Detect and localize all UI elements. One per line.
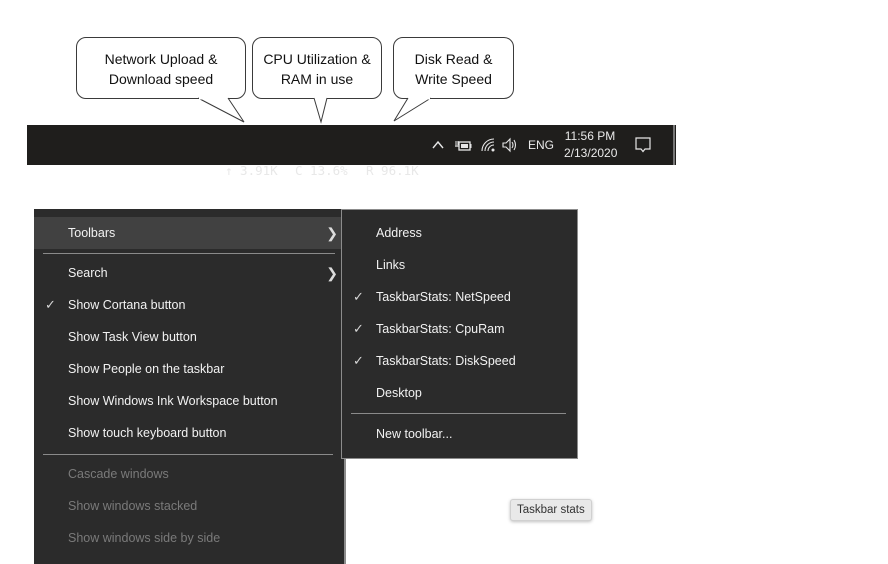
volume-speaker-icon[interactable] xyxy=(501,137,519,157)
menu-item-show-windows-side-by-side: Show windows side by side xyxy=(34,522,344,554)
menu-item-label: Show Cortana button xyxy=(68,298,186,312)
callout-cpu-line2: RAM in use xyxy=(280,71,354,87)
menu-item-label: Show touch keyboard button xyxy=(68,426,227,440)
callout-cpu-ram: CPU Utilization & RAM in use xyxy=(252,37,382,99)
taskbar: ↑ 3.91K ↓ 4.12K C 13.6% R 4.26G R 96.1K … xyxy=(27,125,676,229)
menu-item-label: New toolbar... xyxy=(376,427,453,441)
submenu-item-new-toolbar[interactable]: New toolbar... xyxy=(342,418,577,450)
callout-network-line1: Network Upload & xyxy=(104,51,218,67)
menu-item-toolbars[interactable]: Toolbars ❯ xyxy=(34,217,344,249)
checkmark-icon: ✓ xyxy=(45,297,56,312)
callout-cpu-tail xyxy=(313,97,328,124)
menu-item-search[interactable]: Search ❯ xyxy=(34,257,344,289)
menu-item-label: Show People on the taskbar xyxy=(68,362,225,376)
menu-item-show-windows-ink-workspace[interactable]: Show Windows Ink Workspace button xyxy=(34,385,344,417)
cpu-usage: C 13.6% xyxy=(295,163,348,178)
upload-speed: ↑ 3.91K xyxy=(225,163,278,178)
menu-item-show-task-view-button[interactable]: Show Task View button xyxy=(34,321,344,353)
menu-item-label: Address xyxy=(376,226,422,240)
callout-disk-line1: Disk Read & xyxy=(414,51,493,67)
battery-charging-icon[interactable] xyxy=(454,138,472,157)
taskbar-clock[interactable]: 11:56 PM 2/13/2020 xyxy=(564,128,618,162)
callout-network-line2: Download speed xyxy=(108,71,214,87)
menu-item-label: TaskbarStats: NetSpeed xyxy=(376,290,511,304)
toolbars-submenu: Address Links ✓ TaskbarStats: NetSpeed ✓… xyxy=(341,209,578,459)
menu-separator xyxy=(43,253,335,254)
menu-item-label: TaskbarStats: CpuRam xyxy=(376,322,505,336)
menu-item-label: Desktop xyxy=(376,386,422,400)
checkmark-icon: ✓ xyxy=(353,289,364,304)
menu-item-label: Show windows side by side xyxy=(68,531,221,545)
taskbar-context-menu: Toolbars ❯ Search ❯ ✓ Show Cortana butto… xyxy=(34,209,346,564)
menu-item-label: Cascade windows xyxy=(68,467,169,481)
menu-item-label: Links xyxy=(376,258,406,272)
submenu-item-taskbarstats-cpuram[interactable]: ✓ TaskbarStats: CpuRam xyxy=(342,313,577,345)
checkmark-icon: ✓ xyxy=(353,353,364,368)
menu-item-label: Show Task View button xyxy=(68,330,197,344)
submenu-item-links[interactable]: Links xyxy=(342,249,577,281)
submenu-item-desktop[interactable]: Desktop xyxy=(342,377,577,409)
menu-item-show-windows-stacked: Show windows stacked xyxy=(34,490,344,522)
menu-item-label: Show Windows Ink Workspace button xyxy=(68,394,278,408)
menu-item-label: TaskbarStats: DiskSpeed xyxy=(376,354,516,368)
chevron-right-icon: ❯ xyxy=(326,265,338,281)
clock-time: 11:56 PM xyxy=(564,129,616,143)
menu-item-label: Show windows stacked xyxy=(68,499,198,513)
callout-network: Network Upload & Download speed xyxy=(76,37,246,99)
callout-cpu-line1: CPU Utilization & xyxy=(263,51,371,67)
chevron-right-icon: ❯ xyxy=(326,225,338,241)
clock-date: 2/13/2020 xyxy=(564,146,618,160)
input-language-indicator[interactable]: ENG xyxy=(528,138,554,152)
submenu-item-taskbarstats-netspeed[interactable]: ✓ TaskbarStats: NetSpeed xyxy=(342,281,577,313)
callout-disk: Disk Read & Write Speed xyxy=(393,37,514,99)
menu-item-show-touch-keyboard[interactable]: Show touch keyboard button xyxy=(34,417,344,449)
callout-disk-line2: Write Speed xyxy=(415,71,492,87)
submenu-item-taskbarstats-diskspeed[interactable]: ✓ TaskbarStats: DiskSpeed xyxy=(342,345,577,377)
menu-item-label: Toolbars xyxy=(68,226,116,240)
tooltip-taskbar-stats: Taskbar stats xyxy=(510,499,592,521)
menu-item-show-cortana-button[interactable]: ✓ Show Cortana button xyxy=(34,289,344,321)
submenu-item-address[interactable]: Address xyxy=(342,217,577,249)
action-center-notification-icon[interactable] xyxy=(634,136,652,158)
menu-item-label: Search xyxy=(68,266,108,280)
disk-read-speed: R 96.1K xyxy=(366,163,419,178)
menu-separator xyxy=(43,454,333,455)
menu-separator xyxy=(351,413,566,414)
checkmark-icon: ✓ xyxy=(353,321,364,336)
show-desktop-button[interactable] xyxy=(673,125,675,165)
show-hidden-icons-chevron-up-icon[interactable] xyxy=(431,137,445,156)
menu-item-cascade-windows: Cascade windows xyxy=(34,458,344,490)
callout-disk-tail xyxy=(393,97,432,122)
wifi-icon[interactable] xyxy=(480,137,496,157)
menu-item-show-people[interactable]: Show People on the taskbar xyxy=(34,353,344,385)
callout-network-tail xyxy=(197,97,245,123)
